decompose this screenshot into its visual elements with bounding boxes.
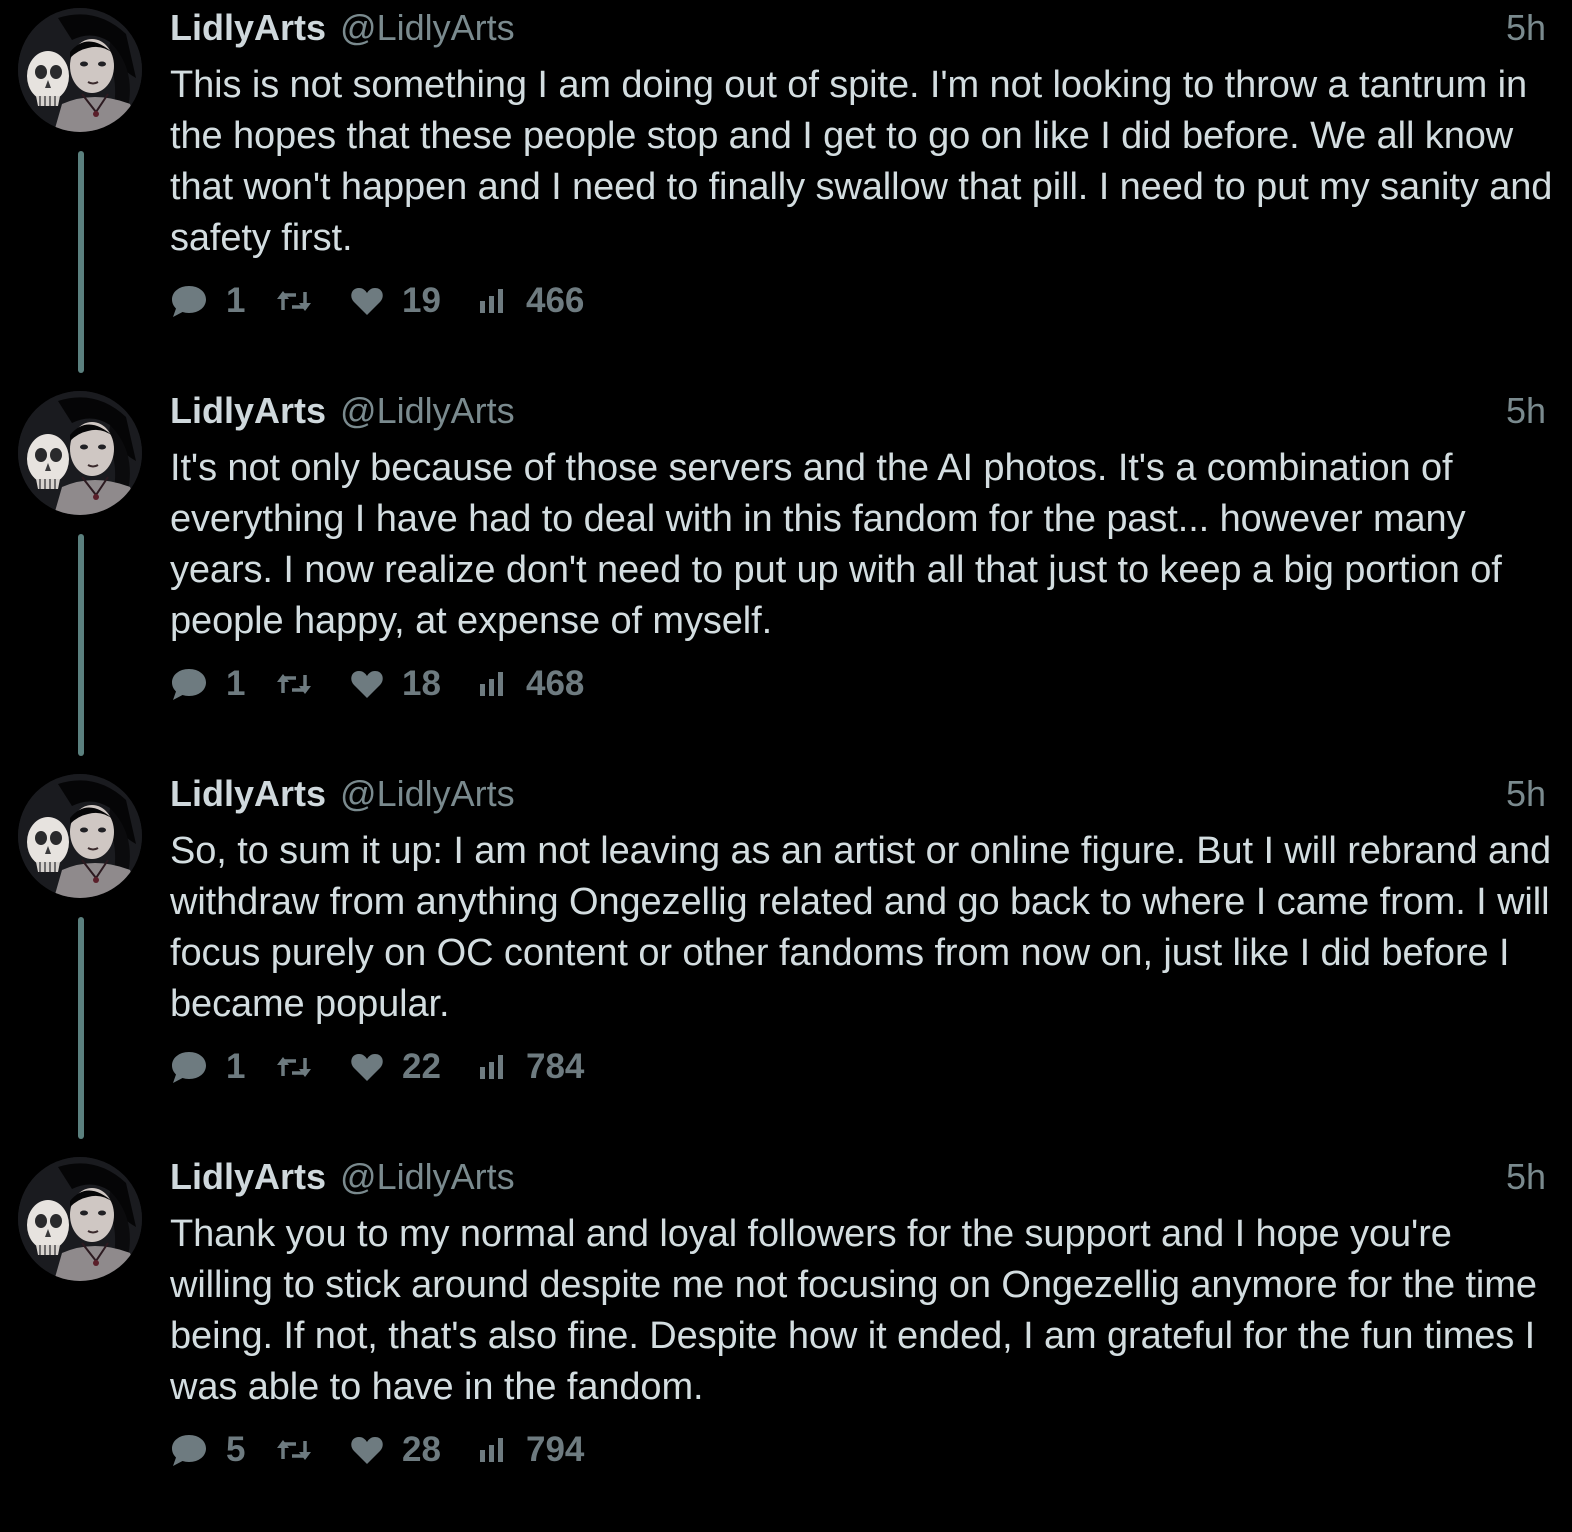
- tweet-header: LidlyArts @LidlyArts 5h: [170, 770, 1550, 818]
- like-button[interactable]: 18: [350, 664, 478, 704]
- bar-chart-icon: [478, 287, 508, 315]
- display-name[interactable]: LidlyArts: [170, 7, 326, 48]
- tweet-text: So, to sum it up: I am not leaving as an…: [170, 830, 1552, 1025]
- avatar[interactable]: [18, 774, 142, 898]
- tweet[interactable]: LidlyArts @LidlyArts 5h Thank you to my n…: [0, 1149, 1572, 1532]
- reply-button[interactable]: 1: [170, 1047, 274, 1087]
- thread-connector-line: [78, 917, 84, 1139]
- tweet[interactable]: LidlyArts @LidlyArts 5h This is not somet…: [0, 0, 1572, 383]
- view-count: 466: [526, 281, 585, 320]
- retweet-button[interactable]: [274, 1435, 350, 1465]
- bar-chart-icon: [478, 1436, 508, 1464]
- reply-button[interactable]: 1: [170, 281, 274, 321]
- heart-icon: [350, 1435, 384, 1465]
- tweet-actions: 1 19 466: [170, 278, 584, 324]
- reply-button[interactable]: 1: [170, 664, 274, 704]
- user-handle[interactable]: @LidlyArts: [340, 1156, 515, 1197]
- like-button[interactable]: 19: [350, 281, 478, 321]
- retweet-arrows-icon: [274, 1435, 314, 1465]
- heart-icon: [350, 669, 384, 699]
- timestamp[interactable]: 5h: [1506, 770, 1546, 818]
- retweet-button[interactable]: [274, 286, 350, 316]
- display-name[interactable]: LidlyArts: [170, 773, 326, 814]
- tweet-header: LidlyArts @LidlyArts 5h: [170, 1153, 1550, 1201]
- user-handle[interactable]: @LidlyArts: [340, 390, 515, 431]
- tweet-actions: 1 18 468: [170, 661, 584, 707]
- timestamp[interactable]: 5h: [1506, 4, 1546, 52]
- thread-connector-line: [78, 151, 84, 373]
- retweet-arrows-icon: [274, 286, 314, 316]
- retweet-arrows-icon: [274, 669, 314, 699]
- views-button[interactable]: 468: [478, 664, 584, 704]
- tweet[interactable]: LidlyArts @LidlyArts 5h So, to sum it up:…: [0, 766, 1572, 1149]
- timestamp[interactable]: 5h: [1506, 1153, 1546, 1201]
- reply-bubble-icon: [170, 666, 208, 702]
- view-count: 794: [526, 1430, 585, 1469]
- reply-bubble-icon: [170, 1432, 208, 1468]
- reply-count: 1: [226, 281, 246, 320]
- bar-chart-icon: [478, 1053, 508, 1081]
- like-button[interactable]: 28: [350, 1430, 478, 1470]
- display-name[interactable]: LidlyArts: [170, 1156, 326, 1197]
- view-count: 784: [526, 1047, 585, 1086]
- user-handle[interactable]: @LidlyArts: [340, 773, 515, 814]
- tweet-actions: 5 28 794: [170, 1427, 584, 1473]
- reply-count: 5: [226, 1430, 246, 1469]
- tweet[interactable]: LidlyArts @LidlyArts 5h It's not only bec…: [0, 383, 1572, 766]
- tweet-actions: 1 22 784: [170, 1044, 584, 1090]
- reply-button[interactable]: 5: [170, 1430, 274, 1470]
- user-handle[interactable]: @LidlyArts: [340, 7, 515, 48]
- tweet-text: This is not something I am doing out of …: [170, 64, 1553, 259]
- tweet-text: Thank you to my normal and loyal followe…: [170, 1213, 1537, 1408]
- views-button[interactable]: 784: [478, 1047, 584, 1087]
- reply-bubble-icon: [170, 283, 208, 319]
- reply-count: 1: [226, 664, 246, 703]
- like-count: 22: [402, 1047, 441, 1086]
- tweet-header: LidlyArts @LidlyArts 5h: [170, 387, 1550, 435]
- like-count: 28: [402, 1430, 441, 1469]
- retweet-button[interactable]: [274, 1052, 350, 1082]
- retweet-button[interactable]: [274, 669, 350, 699]
- avatar[interactable]: [18, 391, 142, 515]
- reply-count: 1: [226, 1047, 246, 1086]
- tweet-text: It's not only because of those servers a…: [170, 447, 1502, 642]
- timestamp[interactable]: 5h: [1506, 387, 1546, 435]
- views-button[interactable]: 794: [478, 1430, 584, 1470]
- view-count: 468: [526, 664, 585, 703]
- avatar[interactable]: [18, 8, 142, 132]
- display-name[interactable]: LidlyArts: [170, 390, 326, 431]
- heart-icon: [350, 286, 384, 316]
- tweet-thread: LidlyArts @LidlyArts 5h This is not somet…: [0, 0, 1572, 1493]
- like-button[interactable]: 22: [350, 1047, 478, 1087]
- retweet-arrows-icon: [274, 1052, 314, 1082]
- bar-chart-icon: [478, 670, 508, 698]
- tweet-header: LidlyArts @LidlyArts 5h: [170, 4, 1550, 52]
- reply-bubble-icon: [170, 1049, 208, 1085]
- avatar[interactable]: [18, 1157, 142, 1281]
- views-button[interactable]: 466: [478, 281, 584, 321]
- thread-connector-line: [78, 534, 84, 756]
- like-count: 18: [402, 664, 441, 703]
- heart-icon: [350, 1052, 384, 1082]
- like-count: 19: [402, 281, 441, 320]
